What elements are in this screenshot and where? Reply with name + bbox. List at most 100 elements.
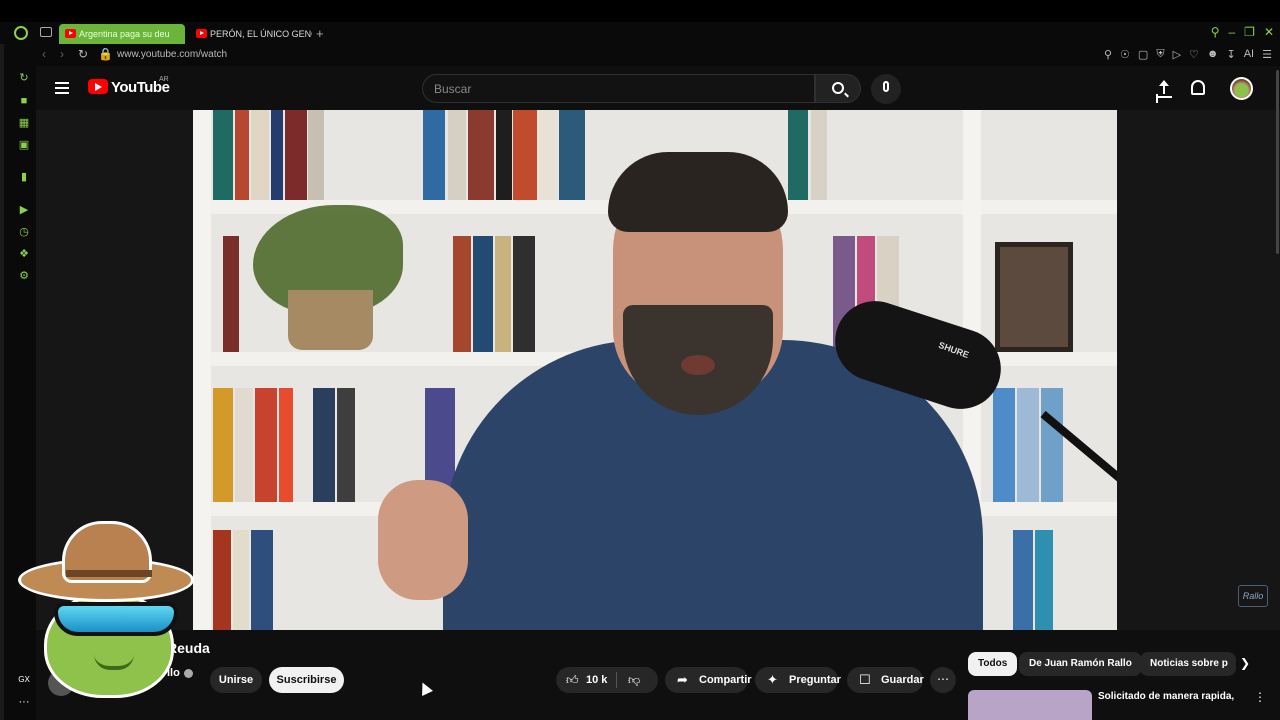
more-actions-button[interactable]: ⋯ (930, 667, 956, 693)
reload-icon[interactable]: ↻ (78, 47, 88, 61)
new-tab-button[interactable]: + (316, 26, 324, 41)
tab-argentina[interactable]: Argentina paga su deu (59, 24, 185, 44)
player-sidebar-icon[interactable]: ▶ (18, 204, 30, 216)
share-icon: ➦ (677, 672, 688, 687)
book (255, 388, 277, 502)
refresh-icon[interactable]: ↻ (18, 72, 30, 84)
minimize-icon[interactable]: – (1228, 25, 1235, 39)
book (235, 388, 253, 502)
notifications-bell-icon[interactable] (1191, 80, 1205, 95)
heart-icon[interactable]: ♡ (1189, 48, 1199, 61)
book (468, 110, 494, 200)
book (423, 110, 445, 200)
book (993, 388, 1015, 502)
plant-pot (288, 290, 373, 350)
book (559, 110, 585, 200)
book (495, 236, 511, 352)
framed-photo (995, 242, 1073, 352)
store-icon[interactable]: ■ (18, 95, 30, 107)
book (251, 530, 273, 630)
save-button[interactable]: ☐ Guardar (847, 667, 924, 693)
tab-label: Argentina paga su deu (79, 29, 170, 39)
chevron-right-icon[interactable]: ❯ (1240, 656, 1250, 670)
news-icon[interactable]: ▦ (18, 117, 30, 129)
url-field[interactable]: www.youtube.com/watch (117, 49, 227, 60)
upload-base (1156, 96, 1172, 98)
workspaces-icon[interactable] (40, 27, 52, 37)
book (513, 110, 537, 200)
close-icon[interactable]: ✕ (1264, 25, 1274, 39)
video-frame[interactable]: SHURE (193, 110, 1117, 630)
hamburger-icon[interactable] (55, 82, 69, 94)
twitch-icon[interactable]: ▮ (18, 171, 30, 183)
search-button[interactable] (815, 74, 861, 103)
opera-logo-icon[interactable] (14, 26, 28, 40)
like-count[interactable]: 10 k (586, 674, 607, 686)
restore-icon[interactable]: ❐ (1244, 25, 1255, 39)
extensions-icon[interactable]: ❖ (18, 248, 30, 260)
dislike-icon[interactable]: 👎︎ (628, 673, 640, 688)
book (448, 110, 466, 200)
menu-icon[interactable]: ☰ (1262, 48, 1272, 61)
download-icon[interactable]: ↧ (1227, 48, 1236, 61)
history-icon[interactable]: ◷ (18, 226, 30, 238)
microphone-icon (883, 81, 889, 92)
presenter-hand (378, 480, 468, 600)
book (788, 110, 808, 200)
share-button[interactable]: ➦ Compartir (665, 667, 752, 693)
zoom-icon[interactable]: ⚲ (1104, 48, 1112, 61)
top-strip (0, 0, 1280, 22)
pin-icon[interactable]: ☉ (1120, 48, 1130, 61)
youtube-header: YouTube AR (36, 66, 1280, 110)
kebab-menu-icon[interactable]: ⋮ (1254, 690, 1266, 704)
book (213, 110, 233, 200)
profile-icon[interactable]: ☻ (1207, 48, 1219, 61)
channel-watermark[interactable]: Rallo (1238, 585, 1268, 607)
forward-icon[interactable]: › (60, 47, 64, 61)
chip-channel[interactable]: De Juan Ramón Rallo (1019, 652, 1142, 676)
youtube-favicon-icon (65, 29, 76, 38)
book (308, 110, 324, 200)
youtube-logo-icon[interactable] (88, 79, 108, 94)
user-avatar[interactable] (1230, 77, 1253, 100)
tab-search-icon[interactable]: ⚲ (1211, 25, 1220, 39)
page-scrollbar[interactable] (1276, 70, 1279, 254)
browser-tab-bar: Argentina paga su deu PERÓN, EL ÚNICO GE… (0, 0, 1280, 44)
book (251, 110, 269, 200)
voice-search-button[interactable] (871, 74, 901, 104)
snapshot-icon[interactable]: ▢ (1138, 48, 1148, 61)
ai-button[interactable]: AI (1244, 48, 1254, 61)
tab-peron[interactable]: PERÓN, EL ÚNICO GENOC (190, 24, 312, 44)
search-input[interactable] (423, 75, 783, 102)
book (513, 236, 535, 352)
book (271, 110, 283, 200)
video-metadata: Reuda llo Unirse Suscribirse 👍︎ 10 k 👎︎ … (36, 630, 1280, 720)
youtube-favicon-icon (196, 29, 207, 38)
tab-label: PERÓN, EL ÚNICO GENOC (210, 29, 312, 39)
shield-icon[interactable]: ⛨ (1156, 48, 1164, 61)
video-player[interactable]: SHURE Rallo (36, 110, 1280, 630)
chip-all[interactable]: Todos (968, 652, 1018, 676)
book (1041, 388, 1063, 502)
settings-icon[interactable]: ⚙ (18, 270, 30, 282)
hat-band (66, 570, 152, 577)
messenger-icon[interactable]: ▣ (18, 139, 30, 151)
sunglasses (54, 602, 178, 636)
back-icon[interactable]: ‹ (42, 47, 46, 61)
save-label: Guardar (881, 674, 924, 686)
join-button[interactable]: Unirse (210, 667, 262, 693)
ask-button[interactable]: ✦ Preguntar (755, 667, 841, 693)
chip-news[interactable]: Noticias sobre p (1140, 652, 1236, 676)
player-icon[interactable]: ▷ (1173, 48, 1181, 61)
like-separator (616, 672, 617, 688)
recommendation-thumbnail[interactable] (968, 690, 1092, 720)
search-box (422, 74, 815, 103)
subscribe-button[interactable]: Suscribirse (269, 667, 344, 693)
address-bar: ‹ › ↻ 🔒 www.youtube.com/watch ⚲ ☉ ▢ ⛨ ▷ … (36, 44, 1280, 66)
book (213, 388, 233, 502)
book (496, 110, 512, 200)
like-icon[interactable]: 👍︎ (566, 673, 579, 688)
recommendation-title[interactable]: Solicitado de manera rapida, (1098, 691, 1234, 702)
bookmark-icon: ☐ (859, 672, 871, 687)
book (233, 530, 249, 630)
